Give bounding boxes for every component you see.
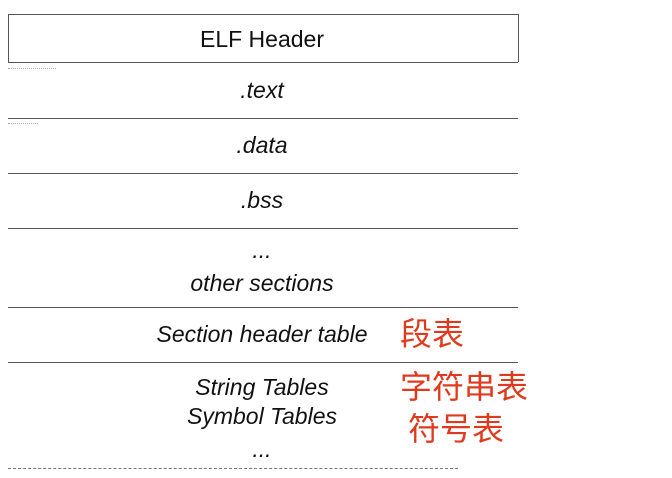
bottom-dashed-edge (8, 468, 458, 469)
annotation-symbol-table: 符号表 (408, 410, 505, 448)
annotation-section-table: 段表 (400, 315, 465, 353)
other-sections-divider (8, 307, 518, 308)
elf-header-label: ELF Header (199, 26, 324, 52)
elf-header-top-border (8, 14, 518, 15)
bss-section-label: .bss (240, 187, 284, 213)
data-section-divider (8, 173, 518, 174)
text-section-label: .text (240, 77, 284, 103)
bss-section-divider (8, 228, 518, 229)
elf-header-right-border (518, 14, 519, 62)
data-section-label: .data (236, 132, 288, 158)
scan-mark (8, 68, 56, 69)
other-sections-label: other sections (190, 270, 334, 296)
section-header-table-divider (8, 362, 518, 363)
annotation-string-table: 字符串表 (400, 368, 529, 406)
text-section-divider (8, 118, 518, 119)
other-sections-ellipsis: ... (252, 237, 272, 263)
scan-mark (8, 123, 38, 124)
elf-header-bottom-border (8, 62, 518, 63)
